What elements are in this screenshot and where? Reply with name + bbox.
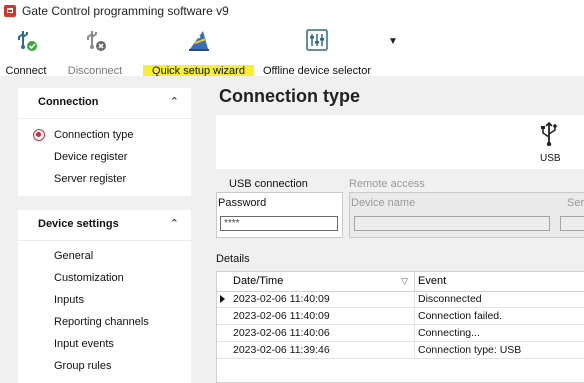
window-title: Gate Control programming software v9 (22, 4, 229, 18)
sort-icon: ▽ (401, 276, 408, 286)
sidebar-item-label: Group rules (54, 360, 112, 372)
details-label: Details (216, 253, 250, 265)
usb-label: USB (540, 153, 561, 164)
page-title: Connection type (219, 86, 361, 106)
sidebar-item-reporting-channels[interactable]: Reporting channels (18, 311, 191, 333)
cell-event: Disconnected (418, 293, 482, 305)
table-row[interactable]: 2023-02-06 11:40:09 Connection failed. (217, 308, 584, 325)
sidebar-item-label: General (54, 250, 94, 262)
wizard-hat-icon (188, 31, 209, 51)
offline-device-selector-button[interactable]: Offline device selector (262, 26, 372, 77)
cell-datetime: 2023-02-06 11:39:46 (230, 342, 415, 358)
connection-panel: Connection ⌃ Connection type Device regi… (18, 88, 191, 196)
sidebar-item-inputs[interactable]: Inputs (18, 289, 191, 311)
sidebar-item-label: Inputs (54, 294, 84, 306)
sidebar-item-label: Server register (54, 173, 127, 185)
connection-panel-title: Connection (38, 96, 99, 108)
sidebar-item-customization[interactable]: Customization (18, 267, 191, 289)
server-field[interactable] (560, 216, 584, 231)
sidebar-item-label: Input events (54, 338, 114, 350)
device-selector-icon (306, 29, 328, 51)
table-header: Date/Time ▽ Event (217, 272, 584, 292)
main-content: Connection type USB USB connection Remot… (203, 76, 584, 383)
usb-disconnect-icon (87, 31, 106, 51)
password-label: Password (218, 197, 267, 209)
disconnect-button[interactable]: Disconnect (52, 26, 138, 77)
toolbar-overflow-dropdown[interactable]: ▼ (388, 36, 398, 47)
sidebar-item-connection-type[interactable]: Connection type (18, 124, 191, 146)
sidebar-item-label: Connection type (54, 129, 134, 141)
title-bar: Gate Control programming software v9 (0, 0, 584, 22)
selected-indicator-icon (33, 129, 45, 141)
device-settings-panel-title: Device settings (38, 218, 119, 230)
usb-icon[interactable] (538, 121, 560, 147)
table-row[interactable]: 2023-02-06 11:39:46 Connection type: USB (217, 342, 584, 359)
sidebar-item-label: Reporting channels (54, 316, 149, 328)
sidebar-item-label: Customization (54, 272, 124, 284)
column-header-datetime[interactable]: Date/Time ▽ (230, 272, 415, 291)
sidebar-item-label: Device register (54, 151, 128, 163)
app-icon (4, 5, 16, 17)
column-header-event[interactable]: Event (415, 272, 584, 291)
sidebar-item-group-rules[interactable]: Group rules (18, 355, 191, 377)
column-header-label: Event (418, 275, 447, 287)
collapse-chevron-icon[interactable]: ⌃ (170, 95, 179, 108)
connection-panel-header[interactable]: Connection ⌃ (18, 88, 191, 119)
current-row-indicator-icon (220, 295, 225, 303)
sidebar-item-device-register[interactable]: Device register (18, 146, 191, 168)
server-label: Serve (567, 197, 584, 209)
tab-remote-access[interactable]: Remote access (349, 178, 425, 192)
cell-datetime: 2023-02-06 11:40:06 (230, 325, 415, 341)
quick-setup-wizard-button[interactable]: Quick setup wizard (143, 26, 254, 77)
sidebar-item-server-register[interactable]: Server register (18, 168, 191, 190)
usb-connect-icon (18, 31, 37, 51)
device-name-field[interactable] (354, 216, 550, 231)
cell-event: Connection failed. (418, 310, 503, 322)
device-name-label: Device name (351, 197, 416, 209)
password-field[interactable]: **** (220, 216, 338, 231)
device-settings-panel: Device settings ⌃ General Customization … (18, 210, 191, 383)
sidebar: Connection ⌃ Connection type Device regi… (0, 76, 203, 383)
details-table: Date/Time ▽ Event 2023-02-06 11:40:09 Di… (216, 271, 584, 383)
column-header-label: Date/Time (233, 275, 284, 287)
sidebar-item-input-events[interactable]: Input events (18, 333, 191, 355)
cell-datetime: 2023-02-06 11:40:09 (230, 308, 415, 324)
connection-type-selector: USB (216, 115, 584, 169)
cell-event: Connecting... (418, 327, 480, 339)
table-row[interactable]: 2023-02-06 11:40:09 Disconnected (217, 291, 584, 308)
cell-datetime: 2023-02-06 11:40:09 (230, 291, 415, 307)
sidebar-item-general[interactable]: General (18, 245, 191, 267)
toolbar: Connect Disconnect Quick setup wizard Of… (0, 22, 584, 77)
tab-usb-connection[interactable]: USB connection (229, 178, 308, 192)
remote-access-group: Device name Serve (349, 192, 584, 238)
cell-event: Connection type: USB (418, 344, 522, 356)
password-group: Password **** (216, 192, 343, 238)
collapse-chevron-icon[interactable]: ⌃ (170, 217, 179, 230)
connect-button[interactable]: Connect (0, 26, 52, 77)
device-settings-panel-header[interactable]: Device settings ⌃ (18, 210, 191, 241)
table-row[interactable]: 2023-02-06 11:40:06 Connecting... (217, 325, 584, 342)
